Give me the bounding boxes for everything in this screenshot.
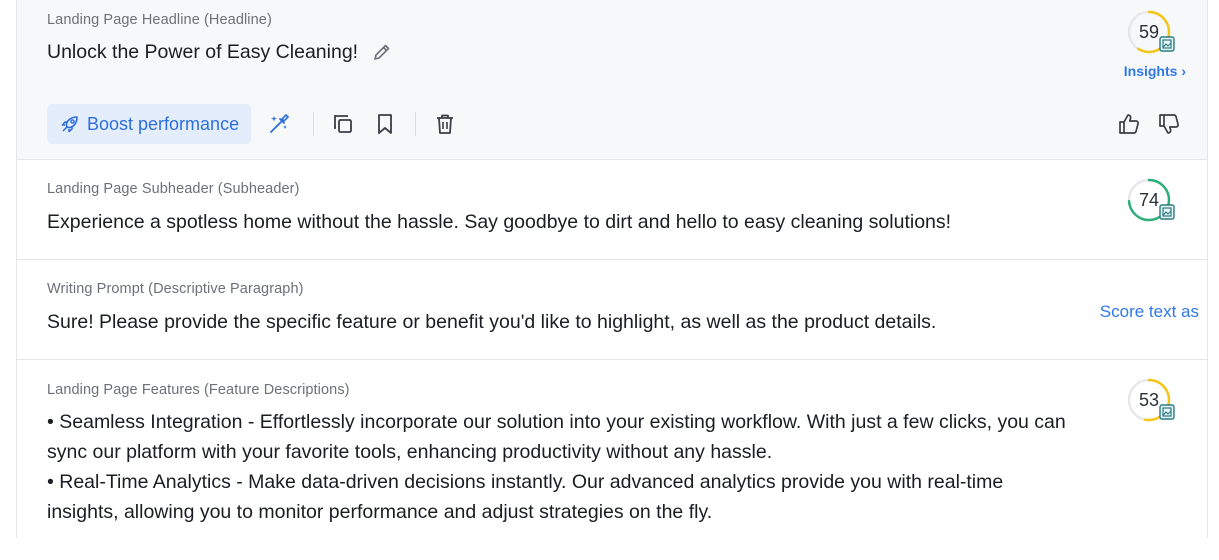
score-text-as-button[interactable]: Score text as (1100, 302, 1199, 322)
content-list: Landing Page Headline (Headline) Unlock … (16, 0, 1208, 560)
card-text[interactable]: Sure! Please provide the specific featur… (47, 307, 936, 337)
card-headline[interactable]: Landing Page Headline (Headline) Unlock … (17, 0, 1207, 160)
trash-icon[interactable] (433, 112, 457, 136)
card-writing-prompt[interactable]: Writing Prompt (Descriptive Paragraph) S… (17, 260, 1207, 360)
card-features[interactable]: Landing Page Features (Feature Descripti… (17, 360, 1207, 560)
feature-line: • Seamless Integration - Effortlessly in… (47, 411, 1066, 433)
score-gauge[interactable]: 74 (1127, 178, 1175, 222)
edit-pencil-icon[interactable] (372, 42, 392, 62)
image-badge-icon (1159, 36, 1175, 52)
insights-link[interactable]: Insights › (1124, 63, 1186, 79)
feature-line: sync our platform with your favorite too… (47, 441, 773, 463)
magic-wand-icon[interactable] (267, 112, 291, 136)
card-label: Writing Prompt (Descriptive Paragraph) (47, 281, 304, 297)
card-text[interactable]: • Seamless Integration - Effortlessly in… (47, 407, 1107, 527)
toolbar-divider (415, 112, 416, 136)
card-text[interactable]: Experience a spotless home without the h… (47, 207, 951, 237)
boost-performance-button[interactable]: Boost performance (47, 104, 251, 144)
card-label: Landing Page Features (Feature Descripti… (47, 382, 350, 398)
score-gauge[interactable]: 59 (1127, 10, 1175, 54)
image-badge-icon (1159, 204, 1175, 220)
feature-line: • Real-Time Analytics - Make data-driven… (47, 471, 1004, 493)
bookmark-icon[interactable] (373, 112, 397, 136)
image-badge-icon (1159, 404, 1175, 420)
rocket-icon (61, 116, 78, 133)
card-text[interactable]: Unlock the Power of Easy Cleaning! (47, 37, 358, 67)
boost-label: Boost performance (87, 114, 240, 134)
feature-line: insights, allowing you to monitor perfor… (47, 501, 713, 523)
card-label: Landing Page Subheader (Subheader) (47, 181, 300, 197)
toolbar-divider (313, 112, 314, 136)
score-gauge[interactable]: 53 (1127, 378, 1175, 422)
thumbs-up-icon[interactable] (1117, 112, 1141, 136)
card-subheader[interactable]: Landing Page Subheader (Subheader) Exper… (17, 160, 1207, 260)
copy-icon[interactable] (331, 112, 355, 136)
thumbs-down-icon[interactable] (1157, 112, 1181, 136)
card-label: Landing Page Headline (Headline) (47, 12, 272, 28)
